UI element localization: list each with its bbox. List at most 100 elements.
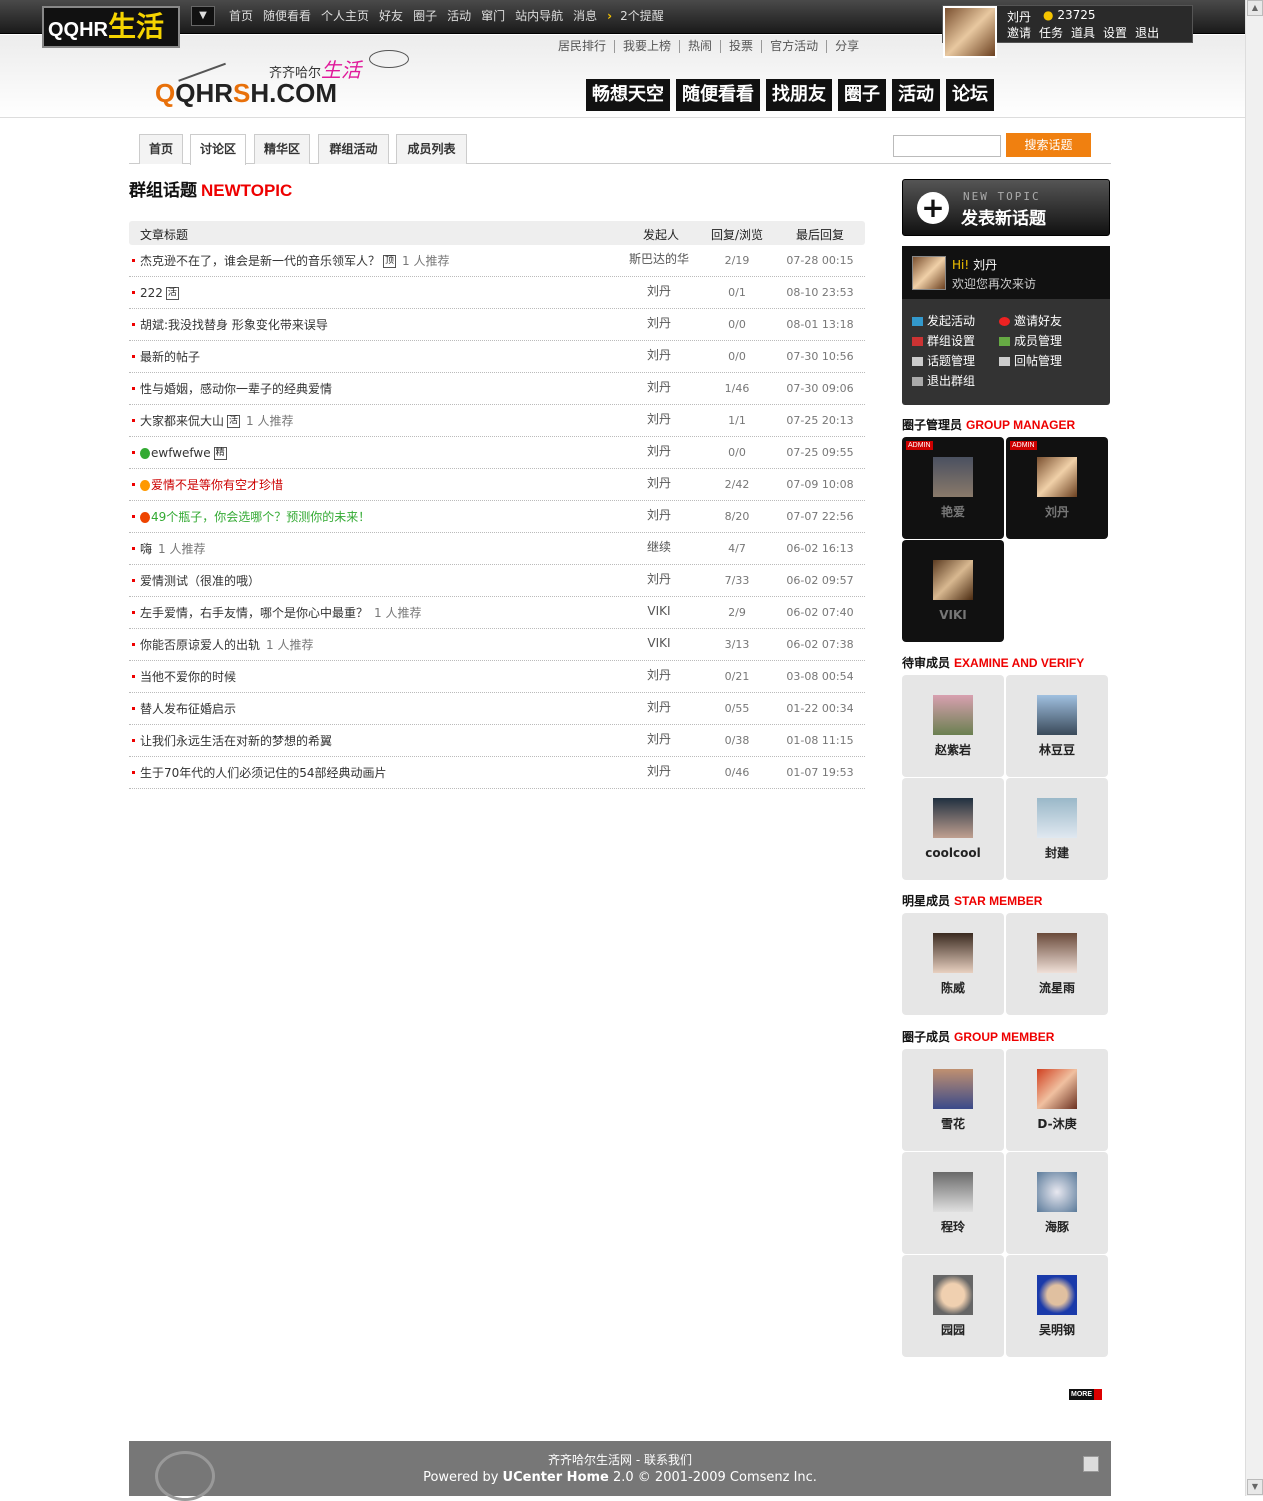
avatar[interactable] (1037, 457, 1077, 497)
site-logo[interactable]: 齐齐哈尔 生活 QQHRSH.COM (155, 40, 415, 108)
avatar[interactable] (933, 560, 973, 600)
topic-author[interactable]: 刘丹 (619, 693, 699, 721)
home-icon[interactable] (1083, 1456, 1099, 1472)
logout-link[interactable]: 退出 (1135, 24, 1159, 41)
topic-title-link[interactable]: 性与婚姻，感动你一辈子的经典爱情 (140, 382, 332, 396)
ucenter-link[interactable]: UCenter Home (503, 1470, 609, 1485)
topnav-home[interactable]: 首页 (229, 7, 253, 25)
avatar[interactable] (933, 1069, 973, 1109)
tab-members[interactable]: 成员列表 (396, 134, 467, 164)
topic-title-link[interactable]: 你能否原谅爱人的出轨 (140, 638, 260, 652)
subnav-share[interactable]: 分享 (826, 40, 867, 53)
topic-author[interactable]: 刘丹 (619, 565, 699, 593)
member-manage-link[interactable]: 成员管理 (999, 332, 1062, 349)
topic-title-link[interactable]: 杰克逊不在了，谁会是新一代的音乐领军人？ (140, 254, 380, 268)
topic-author[interactable]: 刘丹 (619, 725, 699, 753)
mainnav-sky[interactable]: 畅想天空 (586, 79, 670, 111)
leave-group-link[interactable]: 退出群组 (912, 372, 975, 389)
topnav-messages[interactable]: 消息 (573, 7, 597, 25)
member-card[interactable]: 封建 (1006, 778, 1108, 880)
topic-manage-link[interactable]: 话题管理 (912, 352, 975, 369)
subnav-vote[interactable]: 投票 (720, 40, 761, 53)
reply-manage-link[interactable]: 回帖管理 (999, 352, 1062, 369)
member-card[interactable]: 程玲 (902, 1152, 1004, 1254)
topic-author[interactable]: 刘丹 (619, 437, 699, 465)
topic-title-link[interactable]: 爱情不是等你有空才珍惜 (151, 478, 283, 492)
subnav-hot[interactable]: 热闹 (679, 40, 720, 53)
topic-title-link[interactable]: 49个瓶子，你会选哪个？预测你的未来！ (151, 510, 370, 524)
topic-author[interactable]: 刘丹 (619, 405, 699, 433)
avatar[interactable] (933, 933, 973, 973)
member-card[interactable]: 园园 (902, 1255, 1004, 1357)
avatar[interactable] (933, 1172, 973, 1212)
tab-group-events[interactable]: 群组活动 (318, 134, 389, 164)
invite-friends-link[interactable]: 邀请好友 (999, 312, 1062, 329)
topic-title-link[interactable]: 大家都来侃大山 (140, 414, 224, 428)
scroll-up-icon[interactable]: ▲ (1247, 0, 1263, 16)
topic-author[interactable]: 刘丹 (619, 661, 699, 689)
topnav-browse[interactable]: 随便看看 (263, 7, 311, 25)
manager-card[interactable]: ADMIN 刘丹 (1006, 437, 1108, 539)
member-card[interactable]: 流星雨 (1006, 913, 1108, 1015)
more-button[interactable]: MORE (1069, 1389, 1102, 1400)
member-card[interactable]: 林豆豆 (1006, 675, 1108, 777)
topic-title-link[interactable]: 嗨 (140, 542, 152, 556)
topic-author[interactable]: 刘丹 (619, 277, 699, 305)
topnav-sitemap[interactable]: 站内导航 (515, 7, 563, 25)
topnav-friends[interactable]: 好友 (379, 7, 403, 25)
topic-title-link[interactable]: 最新的帖子 (140, 350, 200, 364)
topic-title-link[interactable]: 生于70年代的人们必须记住的54部经典动画片 (140, 766, 387, 780)
tab-featured[interactable]: 精华区 (254, 134, 310, 164)
site-badge-logo[interactable]: QQHR生活 (42, 6, 180, 48)
topic-title-link[interactable]: ewfwefwe (151, 446, 211, 460)
avatar[interactable] (933, 457, 973, 497)
topnav-profile[interactable]: 个人主页 (321, 7, 369, 25)
topic-title-link[interactable]: 让我们永远生活在对新的梦想的希翼 (140, 734, 332, 748)
topic-title-link[interactable]: 左手爱情，右手友情，哪个是你心中最重？ (140, 606, 368, 620)
scrollbar[interactable]: ▲ ▼ (1245, 0, 1263, 1496)
group-settings-link[interactable]: 群组设置 (912, 332, 975, 349)
tab-discussion[interactable]: 讨论区 (190, 134, 246, 165)
topic-author[interactable]: 刘丹 (619, 501, 699, 529)
topic-title-link[interactable]: 胡斌:我没找替身 形象变化带来误导 (140, 318, 328, 332)
manager-card[interactable]: VIKI (902, 540, 1004, 642)
mainnav-find-friends[interactable]: 找朋友 (766, 79, 832, 111)
topic-title-link[interactable]: 爱情测试（很准的哦） (140, 574, 260, 588)
member-card[interactable]: 吴明钢 (1006, 1255, 1108, 1357)
settings-link[interactable]: 设置 (1103, 24, 1127, 41)
member-card[interactable]: 雪花 (902, 1049, 1004, 1151)
reminder-link[interactable]: › 2个提醒 (607, 7, 669, 25)
subnav-ranking[interactable]: 居民排行 (550, 40, 614, 53)
avatar[interactable] (1037, 695, 1077, 735)
topic-author[interactable]: VIKI (619, 597, 699, 625)
topic-title-link[interactable]: 222 (140, 286, 163, 300)
mainnav-browse[interactable]: 随便看看 (676, 79, 760, 111)
footer-links[interactable]: 齐齐哈尔生活网 - 联系我们 (129, 1451, 1111, 1468)
avatar[interactable] (1037, 1172, 1077, 1212)
mainnav-circles[interactable]: 圈子 (838, 79, 886, 111)
member-card[interactable]: 陈威 (902, 913, 1004, 1015)
subnav-apply[interactable]: 我要上榜 (614, 40, 679, 53)
mainnav-forum[interactable]: 论坛 (946, 79, 994, 111)
avatar[interactable] (933, 695, 973, 735)
menu-dropdown-button[interactable]: ▼ (191, 6, 215, 26)
topic-author[interactable]: 刘丹 (619, 341, 699, 369)
avatar[interactable] (1037, 1069, 1077, 1109)
tasks-link[interactable]: 任务 (1039, 24, 1063, 41)
topic-author[interactable]: 斯巴达的华 (619, 245, 699, 273)
member-card[interactable]: D-沐庚 (1006, 1049, 1108, 1151)
invite-link[interactable]: 邀请 (1007, 24, 1031, 41)
avatar[interactable] (1037, 933, 1077, 973)
manager-card[interactable]: ADMIN 艳爱 (902, 437, 1004, 539)
subnav-official-events[interactable]: 官方活动 (761, 40, 826, 53)
topic-title-link[interactable]: 替人发布征婚启示 (140, 702, 236, 716)
member-card[interactable]: 赵紫岩 (902, 675, 1004, 777)
avatar[interactable] (912, 256, 946, 290)
avatar[interactable] (943, 6, 997, 58)
topnav-visit[interactable]: 窜门 (481, 7, 505, 25)
search-input[interactable] (893, 135, 1001, 157)
avatar[interactable] (1037, 1275, 1077, 1315)
new-topic-button[interactable]: + NEW TOPIC 发表新话题 (902, 179, 1110, 236)
topic-title-link[interactable]: 当他不爱你的时候 (140, 670, 236, 684)
scroll-down-icon[interactable]: ▼ (1247, 1479, 1263, 1495)
